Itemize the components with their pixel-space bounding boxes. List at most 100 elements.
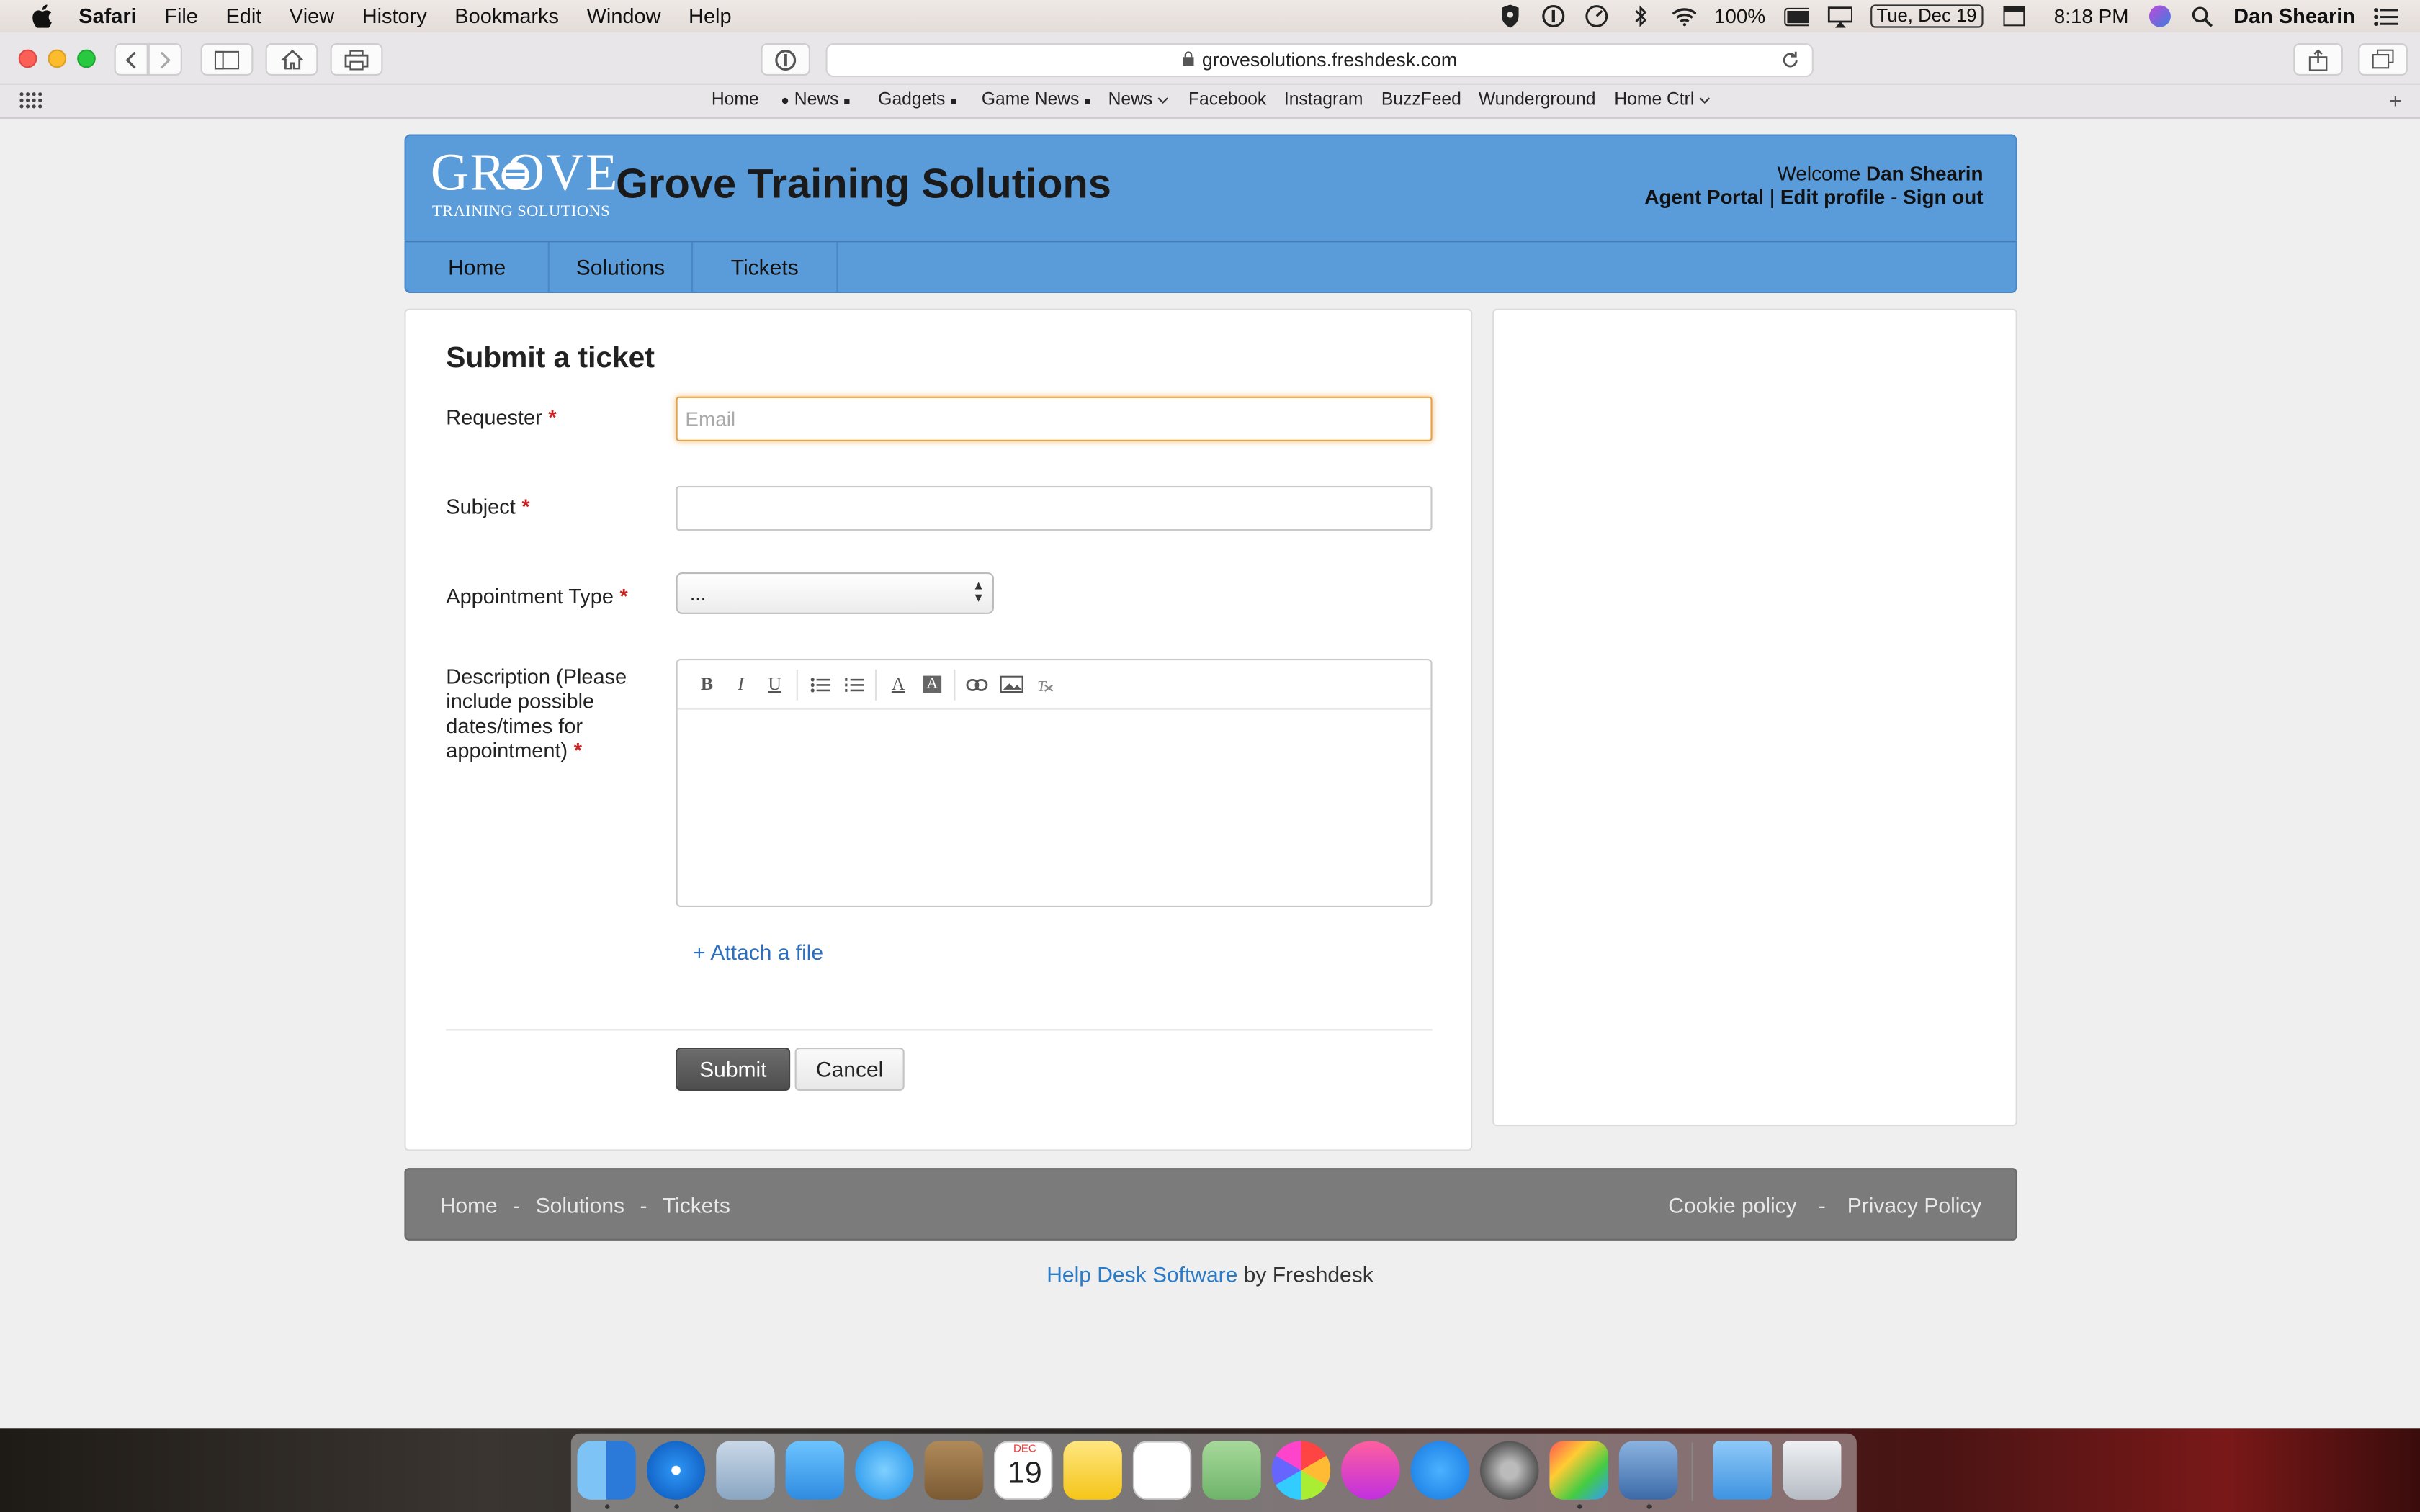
image-icon[interactable]	[994, 669, 1028, 700]
bold-icon[interactable]: B	[690, 669, 724, 700]
minimize-window-button[interactable]	[48, 49, 67, 68]
image-viewer-icon[interactable]	[1618, 1441, 1678, 1500]
system-preferences-icon[interactable]	[1480, 1441, 1539, 1500]
battery-icon[interactable]	[1783, 4, 1809, 28]
calendar-icon[interactable]: DEC 19	[994, 1441, 1053, 1500]
address-bar[interactable]: grovesolutions.freshdesk.com	[825, 43, 1814, 78]
tab-home[interactable]: Home	[406, 242, 550, 292]
mail-bird-icon[interactable]	[716, 1441, 775, 1500]
safari-icon[interactable]	[646, 1441, 706, 1500]
spotlight-search-icon[interactable]	[2190, 4, 2215, 28]
back-button[interactable]	[114, 43, 148, 76]
menu-window[interactable]: Window	[587, 4, 661, 27]
privacy-policy-link[interactable]: Privacy Policy	[1847, 1192, 1982, 1217]
bookmark-wunderground[interactable]: Wunderground	[1479, 91, 1596, 109]
tab-solutions[interactable]: Solutions	[550, 242, 694, 292]
bookmark-news-folder[interactable]: News	[1108, 91, 1169, 109]
forward-button[interactable]	[148, 43, 182, 76]
trash-icon[interactable]	[1783, 1441, 1842, 1500]
italic-icon[interactable]: I	[724, 669, 758, 700]
airplay-icon[interactable]	[1827, 4, 1852, 28]
top-sites-grid-icon[interactable]	[19, 91, 43, 114]
underline-icon[interactable]: U	[758, 669, 792, 700]
menu-file[interactable]: File	[164, 4, 198, 27]
itunes-icon[interactable]	[1341, 1441, 1400, 1500]
footer-home-link[interactable]: Home	[440, 1192, 498, 1217]
password-manager-icon[interactable]	[1541, 4, 1566, 28]
preview-icon[interactable]	[1549, 1441, 1608, 1500]
menu-app-name[interactable]: Safari	[79, 4, 136, 27]
speedometer-icon[interactable]	[1585, 4, 1609, 28]
bullet-list-icon[interactable]	[802, 669, 836, 700]
footer-right-links: Cookie policy - Privacy Policy	[1668, 1192, 1981, 1217]
apple-menu-icon[interactable]	[28, 4, 56, 28]
calendar-menu-icon[interactable]	[2002, 4, 2026, 28]
shield-icon[interactable]	[1498, 4, 1523, 28]
date-box[interactable]: Tue, Dec 19	[1870, 4, 1984, 28]
password-extension-icon[interactable]	[761, 43, 810, 76]
print-icon[interactable]	[330, 43, 383, 76]
tab-tickets[interactable]: Tickets	[693, 242, 838, 292]
notification-center-icon[interactable]	[2374, 4, 2398, 28]
notes-icon[interactable]	[1063, 1441, 1122, 1500]
footer-tickets-link[interactable]: Tickets	[663, 1192, 730, 1217]
background-color-icon[interactable]: A	[915, 669, 949, 700]
reminders-icon[interactable]	[1132, 1441, 1192, 1500]
bookmark-game-news[interactable]: Game News ■	[982, 91, 1091, 109]
contacts-icon[interactable]	[924, 1441, 983, 1500]
menu-clock[interactable]: 8:18 PM	[2054, 4, 2129, 27]
wifi-icon[interactable]	[1671, 4, 1696, 28]
font-color-icon[interactable]: A	[882, 669, 915, 700]
appointment-type-select[interactable]: ... ▲ ▼	[676, 572, 994, 614]
ticket-form-card: Submit a ticket Requester* Subject* Appo…	[404, 308, 1473, 1151]
toolbar-divider	[954, 668, 956, 700]
downloads-folder-icon[interactable]	[1713, 1441, 1772, 1500]
share-icon[interactable]	[2293, 43, 2343, 76]
menu-bookmarks[interactable]: Bookmarks	[454, 4, 559, 27]
submit-button[interactable]: Submit	[676, 1048, 791, 1091]
menu-history[interactable]: History	[362, 4, 427, 27]
edit-profile-link[interactable]: Edit profile	[1780, 185, 1885, 208]
menu-edit[interactable]: Edit	[225, 4, 261, 27]
help-desk-software-link[interactable]: Help Desk Software	[1047, 1262, 1237, 1287]
bookmark-gadgets[interactable]: Gadgets ■	[878, 91, 956, 109]
tab-overview-icon[interactable]	[2358, 43, 2408, 76]
maps-icon[interactable]	[1202, 1441, 1261, 1500]
agent-portal-link[interactable]: Agent Portal	[1644, 185, 1764, 208]
bookmark-facebook[interactable]: Facebook	[1188, 91, 1266, 109]
photos-icon[interactable]	[1271, 1441, 1331, 1500]
reload-icon[interactable]	[1781, 51, 1800, 74]
description-editor[interactable]: B I U A A T	[676, 659, 1433, 907]
menu-user[interactable]: Dan Shearin	[2233, 4, 2355, 27]
zoom-window-button[interactable]	[77, 49, 96, 68]
app-store-icon[interactable]	[1410, 1441, 1469, 1500]
subject-input[interactable]	[676, 486, 1433, 531]
sidebar-toggle-icon[interactable]	[200, 43, 254, 76]
menu-view[interactable]: View	[290, 4, 334, 27]
tweetbot-icon[interactable]	[785, 1441, 845, 1500]
messages-icon[interactable]	[855, 1441, 914, 1500]
finder-icon[interactable]	[577, 1441, 636, 1500]
bookmark-buzzfeed[interactable]: BuzzFeed	[1381, 91, 1461, 109]
attach-file-link[interactable]: + Attach a file	[693, 940, 823, 964]
bluetooth-icon[interactable]	[1628, 4, 1652, 28]
cancel-button[interactable]: Cancel	[794, 1048, 905, 1091]
close-window-button[interactable]	[18, 49, 37, 68]
add-tab-plus-icon[interactable]: +	[2389, 88, 2402, 112]
appointment-type-label: Appointment Type *	[446, 585, 628, 609]
link-icon[interactable]	[960, 669, 994, 700]
home-icon[interactable]	[265, 43, 318, 76]
bookmark-instagram[interactable]: Instagram	[1284, 91, 1363, 109]
sign-out-link[interactable]: Sign out	[1903, 185, 1983, 208]
siri-icon[interactable]	[2147, 4, 2172, 28]
toolbar-divider	[875, 668, 877, 700]
cookie-policy-link[interactable]: Cookie policy	[1668, 1192, 1796, 1217]
numbered-list-icon[interactable]	[836, 669, 870, 700]
bookmark-apple-news[interactable]: ● News ■	[781, 91, 850, 109]
menu-help[interactable]: Help	[689, 4, 731, 27]
requester-email-input[interactable]	[676, 396, 1433, 441]
remove-format-icon[interactable]: T	[1028, 669, 1062, 700]
bookmark-home[interactable]: Home	[712, 91, 759, 109]
bookmark-home-ctrl[interactable]: Home Ctrl	[1614, 91, 1710, 109]
footer-solutions-link[interactable]: Solutions	[536, 1192, 624, 1217]
